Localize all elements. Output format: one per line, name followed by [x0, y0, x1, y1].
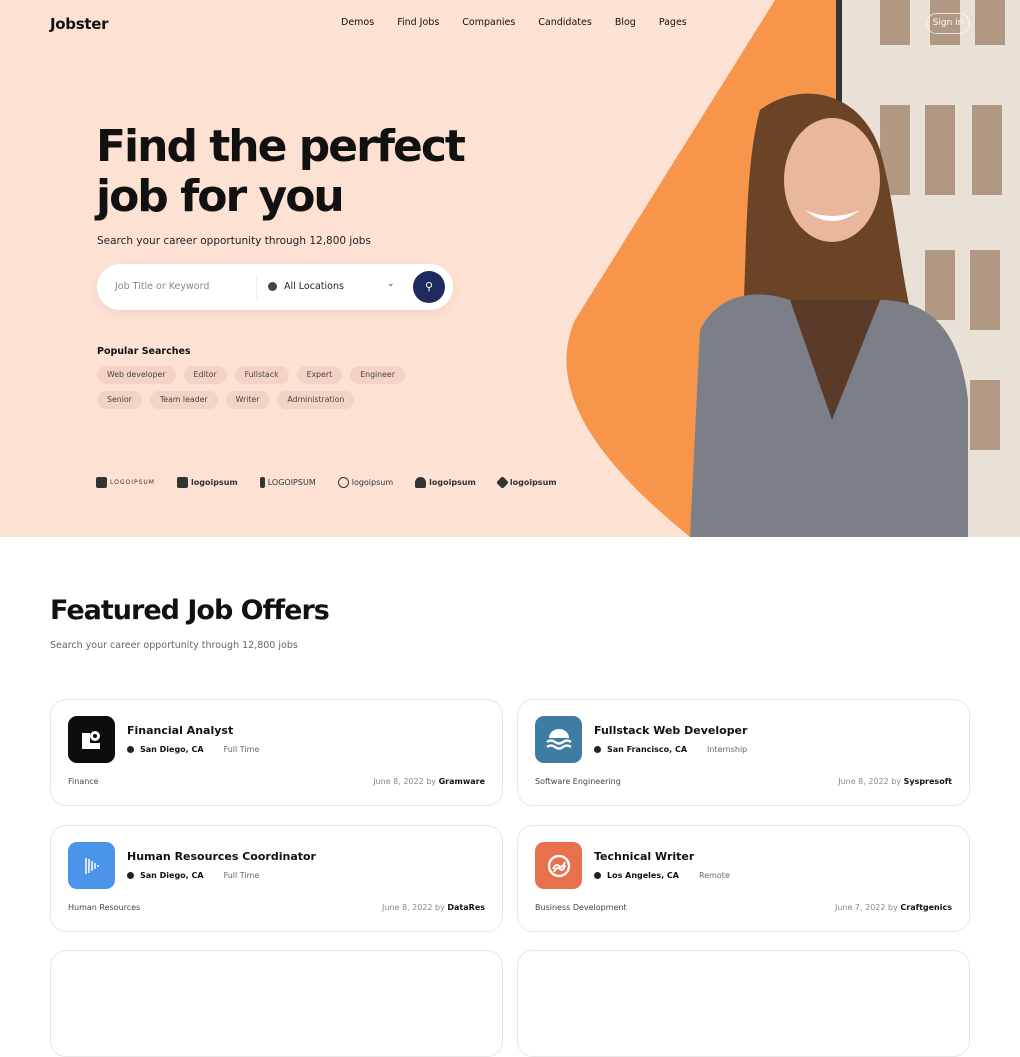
company-logo-icon — [535, 716, 582, 763]
nav-blog[interactable]: Blog — [615, 17, 636, 28]
job-type: Remote — [699, 871, 730, 880]
job-type: Full Time — [223, 745, 260, 754]
tag[interactable]: Team leader — [149, 391, 218, 409]
sign-in-button[interactable]: Sign in — [926, 13, 970, 34]
featured-subtitle: Search your career opportunity through 1… — [50, 640, 298, 651]
location-select[interactable]: All Locations — [284, 281, 344, 292]
tag[interactable]: Engineer — [350, 366, 405, 384]
nav-companies[interactable]: Companies — [462, 17, 515, 28]
company-logo-icon — [68, 842, 115, 889]
job-card[interactable]: Fullstack Web Developer San Francisco, C… — [517, 699, 970, 806]
hero-section: Jobster Demos Find Jobs Companies Candid… — [0, 0, 1020, 537]
brand-logo: logoipsum — [337, 477, 393, 488]
search-button[interactable]: ⚲ — [413, 271, 445, 303]
brand-logo: LOGOIPSUM — [259, 477, 316, 488]
job-title[interactable]: Financial Analyst — [127, 724, 233, 737]
job-posted: June 8, 2022 by Gramware — [373, 777, 485, 786]
job-card[interactable]: Financial Analyst San Diego, CA Full Time… — [50, 699, 503, 806]
tag[interactable]: Fullstack — [234, 366, 289, 384]
main-nav: Demos Find Jobs Companies Candidates Blo… — [341, 17, 687, 28]
featured-title: Featured Job Offers — [50, 595, 330, 626]
company-name[interactable]: Gramware — [439, 777, 485, 786]
company-logo-icon — [68, 716, 115, 763]
tag[interactable]: Editor — [183, 366, 227, 384]
nav-candidates[interactable]: Candidates — [538, 17, 592, 28]
popular-tags: Web developer Editor Fullstack Expert En… — [97, 366, 457, 409]
job-title[interactable]: Technical Writer — [594, 850, 694, 863]
job-location: San Diego, CA — [140, 871, 204, 880]
job-card-partial[interactable] — [517, 950, 970, 1057]
tag[interactable]: Web developer — [97, 366, 176, 384]
hero-title: Find the perfect job for you — [96, 121, 466, 222]
job-type: Full Time — [223, 871, 260, 880]
tag[interactable]: Writer — [225, 391, 270, 409]
job-card-partial[interactable] — [50, 950, 503, 1057]
company-logo-icon — [535, 842, 582, 889]
job-posted: June 8, 2022 by Syspresoft — [838, 777, 952, 786]
tag[interactable]: Expert — [296, 366, 343, 384]
nav-pages[interactable]: Pages — [659, 17, 687, 28]
company-name[interactable]: DataRes — [447, 903, 485, 912]
company-name[interactable]: Craftgenics — [900, 903, 952, 912]
job-category: Business Development — [535, 903, 627, 912]
job-location: Los Angeles, CA — [607, 871, 679, 880]
nav-find-jobs[interactable]: Find Jobs — [397, 17, 439, 28]
job-card[interactable]: Technical Writer Los Angeles, CA Remote B… — [517, 825, 970, 932]
job-card[interactable]: Human Resources Coordinator San Diego, C… — [50, 825, 503, 932]
brand-logo: LOGOIPSUM — [96, 477, 155, 488]
tag[interactable]: Senior — [97, 391, 142, 409]
brand-logo: logoipsum — [496, 476, 557, 489]
nav-demos[interactable]: Demos — [341, 17, 374, 28]
job-category: Finance — [68, 777, 99, 786]
job-posted: June 7, 2022 by Craftgenics — [834, 903, 952, 912]
globe-icon — [594, 872, 601, 879]
logo[interactable]: Jobster — [50, 15, 109, 33]
globe-icon — [268, 282, 277, 291]
search-bar: Job Title or Keyword All Locations ⌄ ⚲ — [97, 264, 453, 310]
job-location: San Francisco, CA — [607, 745, 688, 754]
globe-icon — [127, 872, 134, 879]
job-category: Software Engineering — [535, 777, 621, 786]
hero-subtitle: Search your career opportunity through 1… — [97, 235, 371, 247]
chevron-down-icon[interactable]: ⌄ — [387, 279, 395, 289]
brand-logo: logoipsum — [415, 477, 476, 488]
job-title[interactable]: Human Resources Coordinator — [127, 850, 316, 863]
divider — [256, 275, 257, 299]
brand-logo: logoipsum — [177, 477, 238, 488]
brand-logos: LOGOIPSUM logoipsum LOGOIPSUM logoipsum … — [96, 476, 557, 489]
job-location: San Diego, CA — [140, 745, 204, 754]
job-posted: June 8, 2022 by DataRes — [381, 903, 485, 912]
tag[interactable]: Administration — [277, 391, 355, 409]
job-type: Internship — [707, 745, 748, 754]
job-title[interactable]: Fullstack Web Developer — [594, 724, 747, 737]
company-name[interactable]: Syspresoft — [904, 777, 952, 786]
job-category: Human Resources — [68, 903, 141, 912]
keyword-input[interactable]: Job Title or Keyword — [115, 281, 209, 292]
search-icon: ⚲ — [424, 280, 434, 293]
globe-icon — [127, 746, 134, 753]
globe-icon — [594, 746, 601, 753]
popular-searches-label: Popular Searches — [97, 346, 191, 357]
